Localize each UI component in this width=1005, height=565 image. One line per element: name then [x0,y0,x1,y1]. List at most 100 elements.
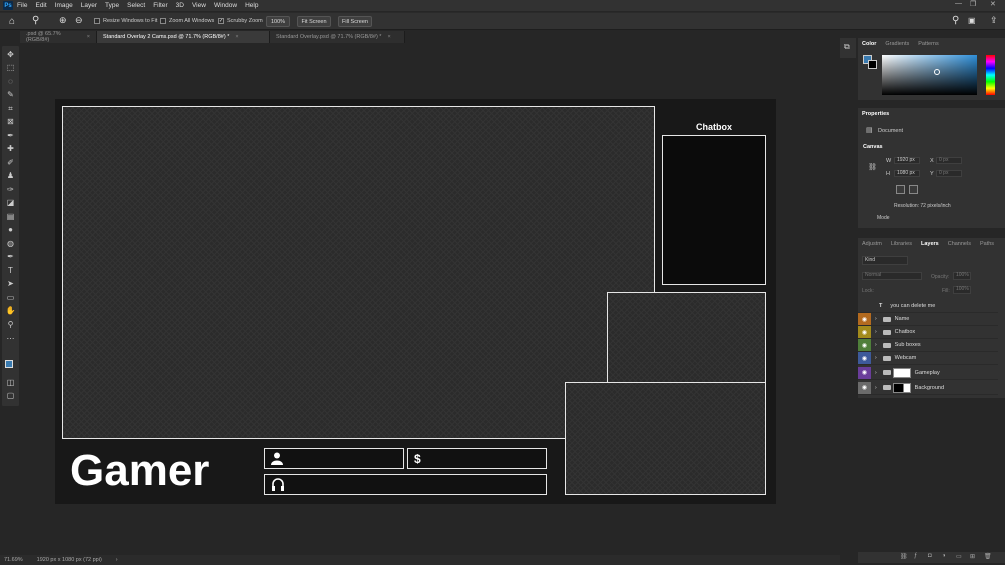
layer-row-gameplay[interactable]: ◉ › Gameplay [858,366,998,380]
menu-filter[interactable]: Filter [153,2,167,9]
rectangle-tool-icon[interactable]: ▭ [5,293,16,303]
tab-gradients[interactable]: Gradients [885,41,909,47]
layer-row-background[interactable]: ◉ › Background [858,381,998,395]
fit-screen-button[interactable]: Fit Screen [297,16,331,27]
scrubby-zoom-checkbox[interactable]: ✓ Scrubby Zoom [218,18,263,24]
menu-view[interactable]: View [192,2,206,9]
menu-image[interactable]: Image [55,2,73,9]
hand-tool-icon[interactable]: ✋ [5,306,16,316]
tab-adjustments[interactable]: Adjustm [862,241,882,247]
eyedropper-tool-icon[interactable]: ✒ [5,131,16,141]
canvas-section-label[interactable]: Canvas [863,144,883,150]
expand-chevron-icon[interactable]: › [875,316,877,322]
menu-window[interactable]: Window [214,2,237,9]
pen-tool-icon[interactable]: ✒ [5,252,16,262]
tab-close-icon[interactable]: × [87,34,90,40]
menu-file[interactable]: File [17,2,27,9]
expand-chevron-icon[interactable]: › [875,370,877,376]
minimize-icon[interactable]: — [955,0,962,7]
fx-icon[interactable]: ƒ [914,553,917,559]
crop-tool-icon[interactable]: ⌗ [5,104,16,114]
menu-edit[interactable]: Edit [35,2,46,9]
frame-tool-icon[interactable]: ⊠ [5,117,16,127]
zoom-out-icon[interactable]: ⊖ [75,15,83,26]
eye-icon[interactable]: ◉ [858,366,871,379]
eraser-tool-icon[interactable]: ◪ [5,198,16,208]
blend-mode-select[interactable]: Normal [862,272,922,280]
color-picker-cursor[interactable] [934,69,940,75]
photoshop-logo-icon[interactable]: Ps [3,1,13,10]
history-brush-icon[interactable]: ✑ [5,185,16,195]
move-tool-icon[interactable]: ✥ [5,50,16,60]
menu-3d[interactable]: 3D [176,2,184,9]
add-mask-icon[interactable]: ◘ [928,553,932,559]
blur-tool-icon[interactable]: ● [5,225,16,235]
new-group-icon[interactable]: ▭ [956,553,962,560]
tab-paths[interactable]: Paths [980,241,994,247]
zoom-tool-icon[interactable]: ⚲ [5,320,16,330]
brush-tool-icon[interactable]: ✐ [5,158,16,168]
link-layers-icon[interactable]: ⛓ [900,553,908,560]
layer-row-chatbox[interactable]: ◉ › Chatbox [858,326,998,339]
home-icon[interactable]: ⌂ [9,16,15,27]
opacity-field[interactable]: 100% [953,272,971,280]
history-panel-icon[interactable]: ⧉ [844,42,850,52]
menu-help[interactable]: Help [245,2,258,9]
expand-chevron-icon[interactable]: › [875,342,877,348]
zoom-100-button[interactable]: 100% [266,16,290,27]
tab-patterns[interactable]: Patterns [918,41,938,47]
menu-type[interactable]: Type [105,2,119,9]
marquee-tool-icon[interactable]: ⬚ [5,63,16,73]
fill-field[interactable]: 100% [953,286,971,294]
tab-close-icon[interactable]: × [387,34,390,40]
eye-icon[interactable]: ◉ [858,339,871,351]
visibility-off-icon[interactable] [858,300,871,312]
tab-color[interactable]: Color [862,41,876,47]
width-field[interactable]: 1920 px [894,157,920,164]
foreground-color-swatch[interactable] [5,360,13,368]
healing-brush-icon[interactable]: ✚ [5,144,16,154]
layer-row-name[interactable]: ◉ › Name [858,313,998,326]
zoom-level[interactable]: 71.69% [4,557,23,563]
dodge-tool-icon[interactable]: ◍ [5,239,16,249]
expand-chevron-icon[interactable]: › [875,329,877,335]
status-arrow-icon[interactable]: › [116,557,118,563]
search-icon[interactable]: ⚲ [952,15,959,26]
layer-row-webcam[interactable]: ◉ › Webcam [858,352,998,365]
y-field[interactable]: 0 px [936,170,962,177]
eye-icon[interactable]: ◉ [858,352,871,364]
layer-filter-kind[interactable]: Kind [862,256,908,265]
type-tool-icon[interactable]: T [5,266,16,276]
share-icon[interactable]: ⇪ [990,15,998,26]
menu-select[interactable]: Select [127,2,145,9]
eye-icon[interactable]: ◉ [858,313,871,325]
new-layer-icon[interactable]: ⊞ [970,553,975,560]
portrait-orientation-icon[interactable] [896,185,905,194]
gradient-tool-icon[interactable]: ▤ [5,212,16,222]
layer-row-text[interactable]: T you can delete me [858,300,998,313]
screen-mode-icon[interactable]: ▢ [5,391,16,401]
eye-icon[interactable]: ◉ [858,326,871,338]
quick-select-tool-icon[interactable]: ✎ [5,90,16,100]
tab-document-3[interactable]: Standard Overlay.psd @ 71.7% (RGB/8#) * × [270,31,405,43]
expand-chevron-icon[interactable]: › [875,355,877,361]
resize-windows-checkbox[interactable]: Resize Windows to Fit [94,18,157,24]
close-icon[interactable]: ✕ [990,0,996,8]
tab-channels[interactable]: Channels [948,241,971,247]
tab-close-icon[interactable]: × [235,34,238,40]
quick-mask-icon[interactable]: ◫ [5,378,16,388]
stamp-tool-icon[interactable]: ♟ [5,171,16,181]
expand-chevron-icon[interactable]: › [875,385,877,391]
zoom-tool-icon[interactable]: ⚲ [32,15,39,26]
restore-icon[interactable]: ❐ [970,0,976,8]
hue-slider[interactable] [986,55,995,95]
tab-libraries[interactable]: Libraries [891,241,912,247]
layer-mask-thumbnail[interactable] [892,382,911,393]
layer-row-sub-boxes[interactable]: ◉ › Sub boxes [858,339,998,352]
menu-layer[interactable]: Layer [81,2,97,9]
x-field[interactable]: 0 px [936,157,962,164]
path-select-icon[interactable]: ➤ [5,279,16,289]
link-icon[interactable]: ⛓ [868,163,877,171]
adjustment-layer-icon[interactable]: ◑ [942,553,946,559]
zoom-all-checkbox[interactable]: Zoom All Windows [160,18,214,24]
